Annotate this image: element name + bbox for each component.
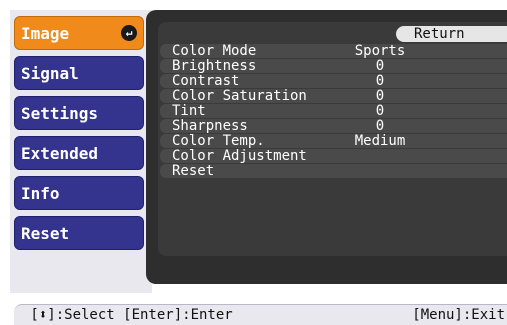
menu-item-label: Brightness: [172, 58, 257, 74]
status-hint-left: [⬍]:Select [Enter]:Enter: [22, 307, 233, 323]
row-background: [160, 104, 507, 118]
enter-return-icon: ↵: [121, 25, 137, 41]
menu-item-label: Sharpness: [172, 118, 248, 134]
tab-label: Reset: [21, 224, 70, 243]
menu-item-color-adjustment[interactable]: Color Adjustment: [160, 149, 507, 163]
menu-item-label: Color Saturation: [172, 88, 307, 104]
return-button[interactable]: Return: [396, 26, 507, 42]
menu-item-label: Tint: [172, 103, 206, 119]
menu-item-label: Color Adjustment: [172, 148, 307, 164]
tab-extended[interactable]: Extended: [14, 136, 144, 170]
menu-item-color-mode[interactable]: Color Mode Sports: [160, 44, 507, 58]
menu-item-color-saturation[interactable]: Color Saturation 0: [160, 89, 507, 103]
tab-signal[interactable]: Signal: [14, 56, 144, 90]
menu-item-label: Contrast: [172, 73, 240, 89]
menu-item-label: Reset: [172, 163, 215, 179]
menu-item-sharpness[interactable]: Sharpness 0: [160, 119, 507, 133]
menu-item-value: 0: [375, 73, 385, 89]
menu-item-value: 0: [375, 103, 385, 119]
menu-item-color-temp[interactable]: Color Temp. Medium: [160, 134, 507, 148]
menu-item-value: 0: [375, 118, 385, 134]
menu-item-value: Sports: [354, 43, 406, 59]
tab-label: Signal: [21, 64, 79, 83]
tab-info[interactable]: Info: [14, 176, 144, 210]
status-hint-right: [Menu]:Exit: [412, 307, 505, 323]
menu-item-brightness[interactable]: Brightness 0: [160, 59, 507, 73]
tab-settings[interactable]: Settings: [14, 96, 144, 130]
tab-label: Image: [21, 24, 70, 43]
menu-item-value: 0: [375, 88, 385, 104]
tab-label: Extended: [21, 144, 99, 163]
menu-item-label: Color Temp.: [172, 133, 265, 149]
menu-item-value: 0: [375, 58, 385, 74]
menu-item-contrast[interactable]: Contrast 0: [160, 74, 507, 88]
menu-item-label: Color Mode: [172, 43, 257, 59]
projector-osd-menu: Image ↵ Signal Settings Extended Info Re…: [0, 0, 507, 325]
menu-item-tint[interactable]: Tint 0: [160, 104, 507, 118]
tab-label: Settings: [21, 104, 99, 123]
menu-item-value: Medium: [354, 133, 406, 149]
menu-item-reset[interactable]: Reset: [160, 164, 507, 178]
tab-label: Info: [21, 184, 60, 203]
tab-image[interactable]: Image ↵: [14, 16, 144, 50]
return-label: Return: [414, 26, 465, 42]
tab-reset[interactable]: Reset: [14, 216, 144, 250]
status-bar: [⬍]:Select [Enter]:Enter [Menu]:Exit: [14, 304, 507, 325]
